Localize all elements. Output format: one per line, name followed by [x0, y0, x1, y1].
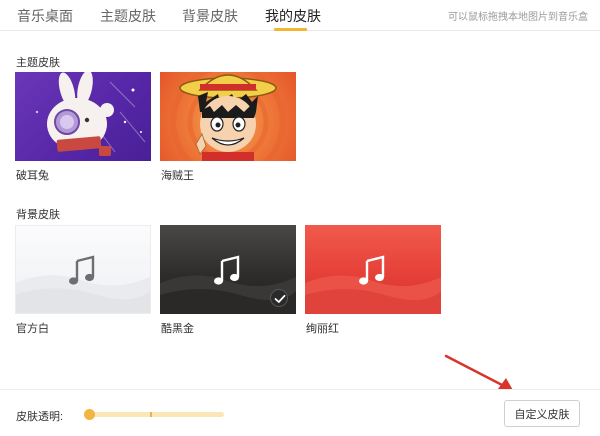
custom-skin-button[interactable]: 自定义皮肤 [504, 400, 580, 427]
drag-hint-text: 可以鼠标拖拽本地图片到音乐盒 [448, 12, 588, 23]
tab-theme-skin[interactable]: 主题皮肤 [100, 6, 156, 31]
tab-my-skin[interactable]: 我的皮肤 [265, 6, 321, 31]
skin-label-luffy: 海贼王 [161, 170, 194, 182]
rabbit-illustration-icon [35, 72, 146, 156]
top-tab-bar: 音乐桌面 主题皮肤 背景皮肤 我的皮肤 可以鼠标拖拽本地图片到音乐盒 [0, 0, 600, 31]
opacity-slider-thumb[interactable] [84, 409, 95, 420]
skin-label-cool-black-gold: 酷黑金 [161, 323, 194, 335]
music-note-icon [214, 254, 240, 285]
bottom-bar: 皮肤透明: 自定义皮肤 [0, 389, 600, 436]
music-note-icon [69, 254, 95, 285]
cool-black-gold-thumbnail[interactable] [160, 225, 296, 314]
gorgeous-red-thumbnail[interactable] [305, 225, 441, 314]
tab-music-desktop[interactable]: 音乐桌面 [17, 6, 73, 31]
skin-card-luffy[interactable]: 海贼王 [160, 72, 296, 182]
skin-label-official-white: 官方白 [16, 323, 49, 335]
selected-check-icon [270, 289, 288, 307]
luffy-illustration-icon [170, 72, 286, 161]
official-white-thumbnail[interactable] [15, 225, 151, 314]
background-skin-section-title: 背景皮肤 [16, 209, 60, 221]
skin-label-rabbit: 破耳兔 [16, 170, 49, 182]
music-note-icon [359, 254, 385, 285]
theme-skin-section-title: 主题皮肤 [16, 57, 60, 69]
skin-card-official-white[interactable]: 官方白 [15, 225, 151, 335]
skin-card-cool-black-gold[interactable]: 酷黑金 [160, 225, 296, 335]
opacity-slider[interactable] [84, 409, 224, 420]
luffy-thumbnail[interactable] [160, 72, 296, 161]
rabbit-thumbnail[interactable] [15, 72, 151, 161]
skin-opacity-label: 皮肤透明: [16, 411, 64, 423]
skin-card-gorgeous-red[interactable]: 绚丽红 [305, 225, 441, 335]
tab-background-skin[interactable]: 背景皮肤 [182, 6, 238, 31]
slider-tick-mark [150, 412, 152, 417]
skin-label-gorgeous-red: 绚丽红 [306, 323, 339, 335]
skin-card-rabbit[interactable]: 破耳兔 [15, 72, 151, 182]
